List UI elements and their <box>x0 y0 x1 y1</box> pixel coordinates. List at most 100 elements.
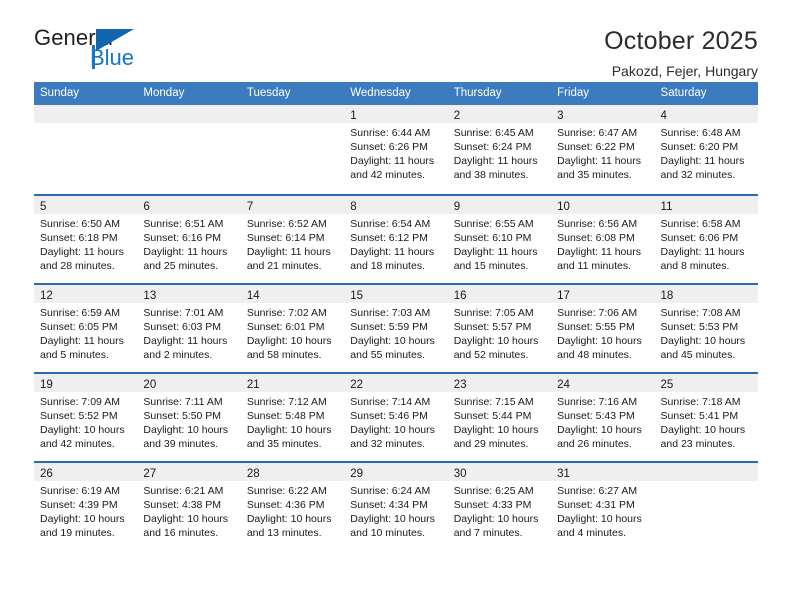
daylight-text-line2: and 25 minutes. <box>143 260 219 272</box>
calendar-day-cell[interactable]: 14 Sunrise: 7:02 AM Sunset: 6:01 PM Dayligh… <box>240 285 345 372</box>
sunset-text: Sunset: 5:50 PM <box>143 410 222 422</box>
calendar-day-cell[interactable]: 30 Sunrise: 6:25 AM Sunset: 4:33 PM Dayligh… <box>447 463 552 550</box>
calendar-weeks: 1 Sunrise: 6:44 AM Sunset: 6:26 PM Daylight… <box>34 105 758 550</box>
calendar-day-cell[interactable]: 24 Sunrise: 7:16 AM Sunset: 5:43 PM Dayligh… <box>551 374 655 461</box>
calendar-day-cell[interactable]: 12 Sunrise: 6:59 AM Sunset: 6:05 PM Dayligh… <box>34 285 138 372</box>
day-number: 6 <box>143 201 150 213</box>
daylight-text-line2: and 35 minutes. <box>246 438 322 450</box>
day-number: 29 <box>350 468 364 480</box>
calendar-day-cell[interactable]: 28 Sunrise: 6:22 AM Sunset: 4:36 PM Dayligh… <box>240 463 345 550</box>
calendar-day-cell[interactable]: 21 Sunrise: 7:12 AM Sunset: 5:48 PM Dayligh… <box>240 374 345 461</box>
day-number-band: 27 <box>137 463 241 481</box>
calendar-day-cell[interactable]: 22 Sunrise: 7:14 AM Sunset: 5:46 PM Dayligh… <box>344 374 448 461</box>
daylight-text-line1: Daylight: 11 hours <box>557 155 641 167</box>
day-number-band: 30 <box>447 463 552 481</box>
calendar-day-cell[interactable]: 2 Sunrise: 6:45 AM Sunset: 6:24 PM Daylight… <box>447 105 552 194</box>
calendar-day-cell[interactable]: 23 Sunrise: 7:15 AM Sunset: 5:44 PM Dayligh… <box>447 374 552 461</box>
day-number: 27 <box>143 468 157 480</box>
calendar-day-cell-empty <box>654 463 758 550</box>
day-sun-info: Sunrise: 7:14 AM Sunset: 5:46 PM Daylight:… <box>344 392 447 451</box>
day-number: 11 <box>660 201 673 213</box>
sunset-text: Sunset: 4:31 PM <box>557 499 635 511</box>
sunrise-text: Sunrise: 6:27 AM <box>557 485 638 497</box>
calendar-day-cell[interactable]: 31 Sunrise: 6:27 AM Sunset: 4:31 PM Dayligh… <box>551 463 655 550</box>
calendar-day-cell-empty <box>137 105 241 194</box>
calendar-day-cell[interactable]: 4 Sunrise: 6:48 AM Sunset: 6:20 PM Daylight… <box>654 105 758 194</box>
general-blue-logo[interactable]: General Blue <box>34 26 164 72</box>
day-number-band: 26 <box>34 463 138 481</box>
calendar-day-cell[interactable]: 8 Sunrise: 6:54 AM Sunset: 6:12 PM Daylight… <box>344 196 448 283</box>
weekday-header-row: Sunday Monday Tuesday Wednesday Thursday… <box>34 82 758 105</box>
daylight-text-line1: Daylight: 10 hours <box>660 335 746 347</box>
day-number-band: 21 <box>240 374 345 392</box>
calendar-day-cell[interactable]: 10 Sunrise: 6:56 AM Sunset: 6:08 PM Dayligh… <box>551 196 655 283</box>
sunrise-text: Sunrise: 7:12 AM <box>246 396 327 408</box>
daylight-text-line2: and 26 minutes. <box>557 438 632 450</box>
daylight-text-line2: and 58 minutes. <box>246 349 322 361</box>
day-number-band: 31 <box>551 463 655 481</box>
calendar-day-cell[interactable]: 11 Sunrise: 6:58 AM Sunset: 6:06 PM Dayligh… <box>654 196 758 283</box>
calendar-day-cell[interactable]: 13 Sunrise: 7:01 AM Sunset: 6:03 PM Dayligh… <box>137 285 241 372</box>
calendar-day-cell[interactable]: 6 Sunrise: 6:51 AM Sunset: 6:16 PM Daylight… <box>137 196 241 283</box>
sunset-text: Sunset: 5:55 PM <box>557 321 635 333</box>
day-number-band: 8 <box>344 196 448 214</box>
sunrise-text: Sunrise: 6:52 AM <box>246 218 327 230</box>
calendar-week-row: 12 Sunrise: 6:59 AM Sunset: 6:05 PM Dayligh… <box>34 283 758 372</box>
day-sun-info: Sunrise: 6:51 AM Sunset: 6:16 PM Daylight:… <box>137 214 240 273</box>
day-number-band: 29 <box>344 463 448 481</box>
daylight-text-line2: and 28 minutes. <box>40 260 115 272</box>
daylight-text-line2: and 8 minutes. <box>660 260 730 272</box>
calendar-day-cell[interactable]: 25 Sunrise: 7:18 AM Sunset: 5:41 PM Dayligh… <box>654 374 758 461</box>
day-number: 3 <box>557 110 564 122</box>
day-sun-info: Sunrise: 6:55 AM Sunset: 6:10 PM Daylight:… <box>448 214 551 273</box>
day-sun-info: Sunrise: 6:50 AM Sunset: 6:18 PM Daylight:… <box>34 214 137 273</box>
daylight-text-line1: Daylight: 11 hours <box>143 335 228 347</box>
logo-text-blue: Blue <box>90 45 135 70</box>
day-number-band: 10 <box>551 196 655 214</box>
day-sun-info: Sunrise: 6:54 AM Sunset: 6:12 PM Daylight:… <box>344 214 447 273</box>
sunrise-text: Sunrise: 7:18 AM <box>660 396 741 408</box>
day-number: 24 <box>557 379 570 391</box>
sunset-text: Sunset: 5:52 PM <box>40 410 118 422</box>
sunrise-text: Sunrise: 6:25 AM <box>453 485 534 497</box>
day-number: 9 <box>453 201 461 213</box>
calendar-day-cell[interactable]: 27 Sunrise: 6:21 AM Sunset: 4:38 PM Dayligh… <box>137 463 241 550</box>
sunset-text: Sunset: 6:26 PM <box>350 141 428 153</box>
calendar-day-cell[interactable]: 18 Sunrise: 7:08 AM Sunset: 5:53 PM Dayligh… <box>654 285 758 372</box>
calendar-day-cell[interactable]: 16 Sunrise: 7:05 AM Sunset: 5:57 PM Dayligh… <box>447 285 552 372</box>
sunset-text: Sunset: 5:44 PM <box>453 410 532 422</box>
calendar-day-cell[interactable]: 17 Sunrise: 7:06 AM Sunset: 5:55 PM Dayligh… <box>551 285 655 372</box>
daylight-text-line2: and 7 minutes. <box>453 527 523 539</box>
day-number-band: 1 <box>344 105 448 123</box>
calendar-day-cell[interactable]: 9 Sunrise: 6:55 AM Sunset: 6:10 PM Daylight… <box>447 196 552 283</box>
daylight-text-line1: Daylight: 10 hours <box>350 335 435 347</box>
day-number: 28 <box>246 468 260 480</box>
calendar-day-cell[interactable]: 19 Sunrise: 7:09 AM Sunset: 5:52 PM Dayligh… <box>34 374 138 461</box>
calendar-day-cell[interactable]: 5 Sunrise: 6:50 AM Sunset: 6:18 PM Daylight… <box>34 196 138 283</box>
sunrise-text: Sunrise: 7:01 AM <box>143 307 224 319</box>
weekday-header-tuesday: Tuesday <box>246 87 291 99</box>
calendar-day-cell[interactable]: 1 Sunrise: 6:44 AM Sunset: 6:26 PM Daylight… <box>344 105 448 194</box>
calendar-day-cell[interactable]: 29 Sunrise: 6:24 AM Sunset: 4:34 PM Dayligh… <box>344 463 448 550</box>
daylight-text-line2: and 39 minutes. <box>143 438 219 450</box>
daylight-text-line1: Daylight: 10 hours <box>350 513 435 525</box>
weekday-header-wednesday: Wednesday <box>350 87 411 99</box>
day-number: 26 <box>40 468 53 480</box>
sunrise-text: Sunrise: 6:48 AM <box>660 127 741 139</box>
calendar-day-cell[interactable]: 7 Sunrise: 6:52 AM Sunset: 6:14 PM Daylight… <box>240 196 345 283</box>
sunrise-text: Sunrise: 6:22 AM <box>246 485 327 497</box>
calendar-day-cell[interactable]: 26 Sunrise: 6:19 AM Sunset: 4:39 PM Dayligh… <box>34 463 138 550</box>
day-sun-info: Sunrise: 6:58 AM Sunset: 6:06 PM Daylight:… <box>655 214 758 273</box>
sunrise-text: Sunrise: 7:06 AM <box>557 307 638 319</box>
day-number-band: 22 <box>344 374 448 392</box>
sunrise-text: Sunrise: 6:47 AM <box>557 127 638 139</box>
day-number: 21 <box>246 379 260 391</box>
calendar-day-cell[interactable]: 15 Sunrise: 7:03 AM Sunset: 5:59 PM Dayligh… <box>344 285 448 372</box>
calendar-day-cell[interactable]: 20 Sunrise: 7:11 AM Sunset: 5:50 PM Dayligh… <box>137 374 241 461</box>
day-number: 31 <box>557 468 570 480</box>
daylight-text-line2: and 23 minutes. <box>660 438 736 450</box>
page-subtitle: Pakozd, Fejer, Hungary <box>611 63 758 79</box>
sunrise-text: Sunrise: 6:55 AM <box>453 218 534 230</box>
calendar-day-cell[interactable]: 3 Sunrise: 6:47 AM Sunset: 6:22 PM Daylight… <box>551 105 655 194</box>
sunset-text: Sunset: 4:36 PM <box>246 499 325 511</box>
